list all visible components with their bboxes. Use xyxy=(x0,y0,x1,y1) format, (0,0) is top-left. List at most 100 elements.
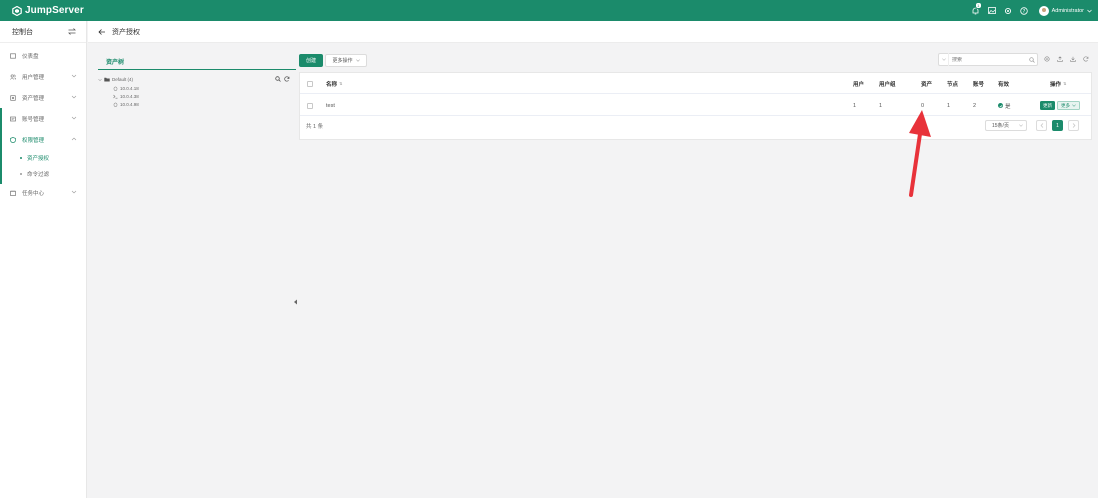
more-actions-button[interactable]: 更多操作 xyxy=(325,54,367,67)
dashboard-icon xyxy=(10,52,16,59)
sidebar-item-dashboard[interactable]: 仪表盘 xyxy=(0,45,86,66)
tree-leaf-node[interactable]: 10.0.4.98 xyxy=(113,102,139,107)
row-user-groups-count[interactable]: 1 xyxy=(879,95,882,116)
chevron-left-icon xyxy=(1040,123,1043,128)
row-checkbox[interactable] xyxy=(307,102,313,109)
sidebar-item-label: 任务中心 xyxy=(22,190,45,197)
tree-leaf-node[interactable]: 10.0.4.18 xyxy=(113,86,139,91)
sidebar-item-label: 仪表盘 xyxy=(22,53,39,60)
chevron-down-icon xyxy=(71,190,77,194)
tasks-icon xyxy=(10,190,16,196)
table-header: 名称 ⇅ 用户 用户组 资产 节点 账号 有效 操作 ⇅ xyxy=(300,73,1091,94)
annotation-arrow-icon xyxy=(909,110,931,197)
chevron-down-icon xyxy=(1072,104,1076,107)
column-header-nodes: 节点 xyxy=(947,81,959,88)
column-header-name[interactable]: 名称 ⇅ xyxy=(326,73,342,94)
tab-asset-tree[interactable]: 资产树 xyxy=(106,57,124,66)
search-icon[interactable] xyxy=(1027,56,1037,63)
sidebar-subitem-label: 命令过滤 xyxy=(27,172,50,178)
active-label: 是 xyxy=(1005,103,1011,110)
users-icon xyxy=(10,73,16,80)
row-users-count[interactable]: 1 xyxy=(853,95,856,116)
search-box xyxy=(938,53,1038,66)
sidebar-item-permissions[interactable]: 权限管理 xyxy=(0,129,86,150)
column-header-active: 有效 xyxy=(998,81,1010,88)
row-more-label: 更多 xyxy=(1061,102,1070,108)
select-all-checkbox[interactable] xyxy=(307,80,313,87)
linux-icon xyxy=(113,86,118,91)
sidebar-subitem-asset-permission[interactable]: 资产授权 xyxy=(0,150,86,166)
assets-icon xyxy=(10,94,16,101)
perms-icon xyxy=(10,136,16,143)
chevron-down-icon xyxy=(1019,124,1023,127)
terminal-icon xyxy=(113,94,118,99)
linux-icon xyxy=(113,102,118,107)
search-input[interactable] xyxy=(949,56,1027,63)
sidebar-item-label: 权限管理 xyxy=(22,137,45,144)
tree-node-label: Default (4) xyxy=(112,77,134,82)
switch-view-icon[interactable] xyxy=(68,28,76,35)
app-name: JumpServer xyxy=(25,5,84,16)
sidebar-item-users[interactable]: 用户管理 xyxy=(0,66,86,87)
refresh-icon[interactable] xyxy=(1082,55,1090,63)
bullet-icon xyxy=(20,157,22,159)
bell-icon[interactable]: 1 xyxy=(972,1,982,15)
column-header-assets: 资产 xyxy=(921,81,933,88)
page-size-select[interactable]: 15条/页 xyxy=(985,120,1027,131)
tree-leaf-node[interactable]: 10.0.4.38 xyxy=(113,94,139,99)
prev-page-button[interactable] xyxy=(1036,120,1047,131)
check-circle-icon xyxy=(998,103,1003,108)
sidebar: 控制台 仪表盘 用户管理 资产管理 账号管理 权限管理 资产授权 命令过滤 任务… xyxy=(0,21,87,498)
user-menu[interactable]: Administrator xyxy=(1038,5,1092,16)
avatar xyxy=(1038,5,1049,16)
update-button[interactable]: 更新 xyxy=(1040,101,1055,110)
next-page-button[interactable] xyxy=(1068,120,1079,131)
column-header-label: 名称 xyxy=(326,81,338,88)
refresh-icon[interactable] xyxy=(284,76,290,82)
row-name-link[interactable]: test xyxy=(326,95,335,116)
image-icon[interactable] xyxy=(987,7,996,15)
more-actions-label: 更多操作 xyxy=(332,58,353,64)
sidebar-subitem-label: 资产授权 xyxy=(27,156,50,162)
column-header-label: 操作 xyxy=(1050,81,1062,88)
tree-node-label: 10.0.4.98 xyxy=(120,102,139,107)
permission-table: 名称 ⇅ 用户 用户组 资产 节点 账号 有效 操作 ⇅ test 1 1 0 1 … xyxy=(299,72,1092,140)
back-arrow-icon[interactable] xyxy=(98,28,106,36)
sidebar-title: 控制台 xyxy=(12,28,33,36)
page-size-label: 15条/页 xyxy=(992,123,1009,129)
page-header: 资产授权 xyxy=(88,21,1098,43)
svg-text:?: ? xyxy=(1022,8,1025,14)
chevron-down-icon xyxy=(71,74,77,78)
create-button[interactable]: 创建 xyxy=(299,54,323,67)
collapse-tree-icon[interactable] xyxy=(292,298,300,306)
download-icon[interactable] xyxy=(1069,55,1077,63)
page-title: 资产授权 xyxy=(112,28,140,36)
settings-icon[interactable] xyxy=(1043,55,1051,63)
folder-icon xyxy=(104,77,110,82)
column-header-users: 用户 xyxy=(853,81,865,88)
column-header-actions[interactable]: 操作 ⇅ xyxy=(1050,73,1066,94)
tree-node-label: 10.0.4.38 xyxy=(120,94,139,99)
row-accounts-count[interactable]: 2 xyxy=(973,95,976,116)
search-icon[interactable] xyxy=(275,76,281,82)
sidebar-item-tasks[interactable]: 任务中心 xyxy=(0,182,86,203)
tree-tab[interactable]: 资产树 xyxy=(98,53,296,70)
chevron-up-icon xyxy=(71,137,77,141)
chevron-right-icon xyxy=(1072,123,1075,128)
sidebar-active-indicator xyxy=(0,108,2,184)
row-active-status: 是 xyxy=(998,95,1011,116)
gear-icon[interactable] xyxy=(1004,7,1012,15)
row-nodes-count[interactable]: 1 xyxy=(947,95,950,116)
tree-root-node[interactable]: Default (4) xyxy=(98,77,133,82)
search-field-select[interactable] xyxy=(939,53,949,66)
upload-icon[interactable] xyxy=(1056,55,1064,63)
chevron-down-icon xyxy=(71,95,77,99)
page-button-current[interactable]: 1 xyxy=(1052,120,1063,131)
logo[interactable]: JumpServer xyxy=(12,5,84,16)
help-icon[interactable]: ? xyxy=(1019,6,1028,15)
sidebar-subitem-command-filter[interactable]: 命令过滤 xyxy=(0,166,86,182)
row-more-button[interactable]: 更多 xyxy=(1057,101,1080,110)
sidebar-item-accounts[interactable]: 账号管理 xyxy=(0,108,86,129)
sort-icon: ⇅ xyxy=(1063,81,1067,86)
sidebar-item-assets[interactable]: 资产管理 xyxy=(0,87,86,108)
